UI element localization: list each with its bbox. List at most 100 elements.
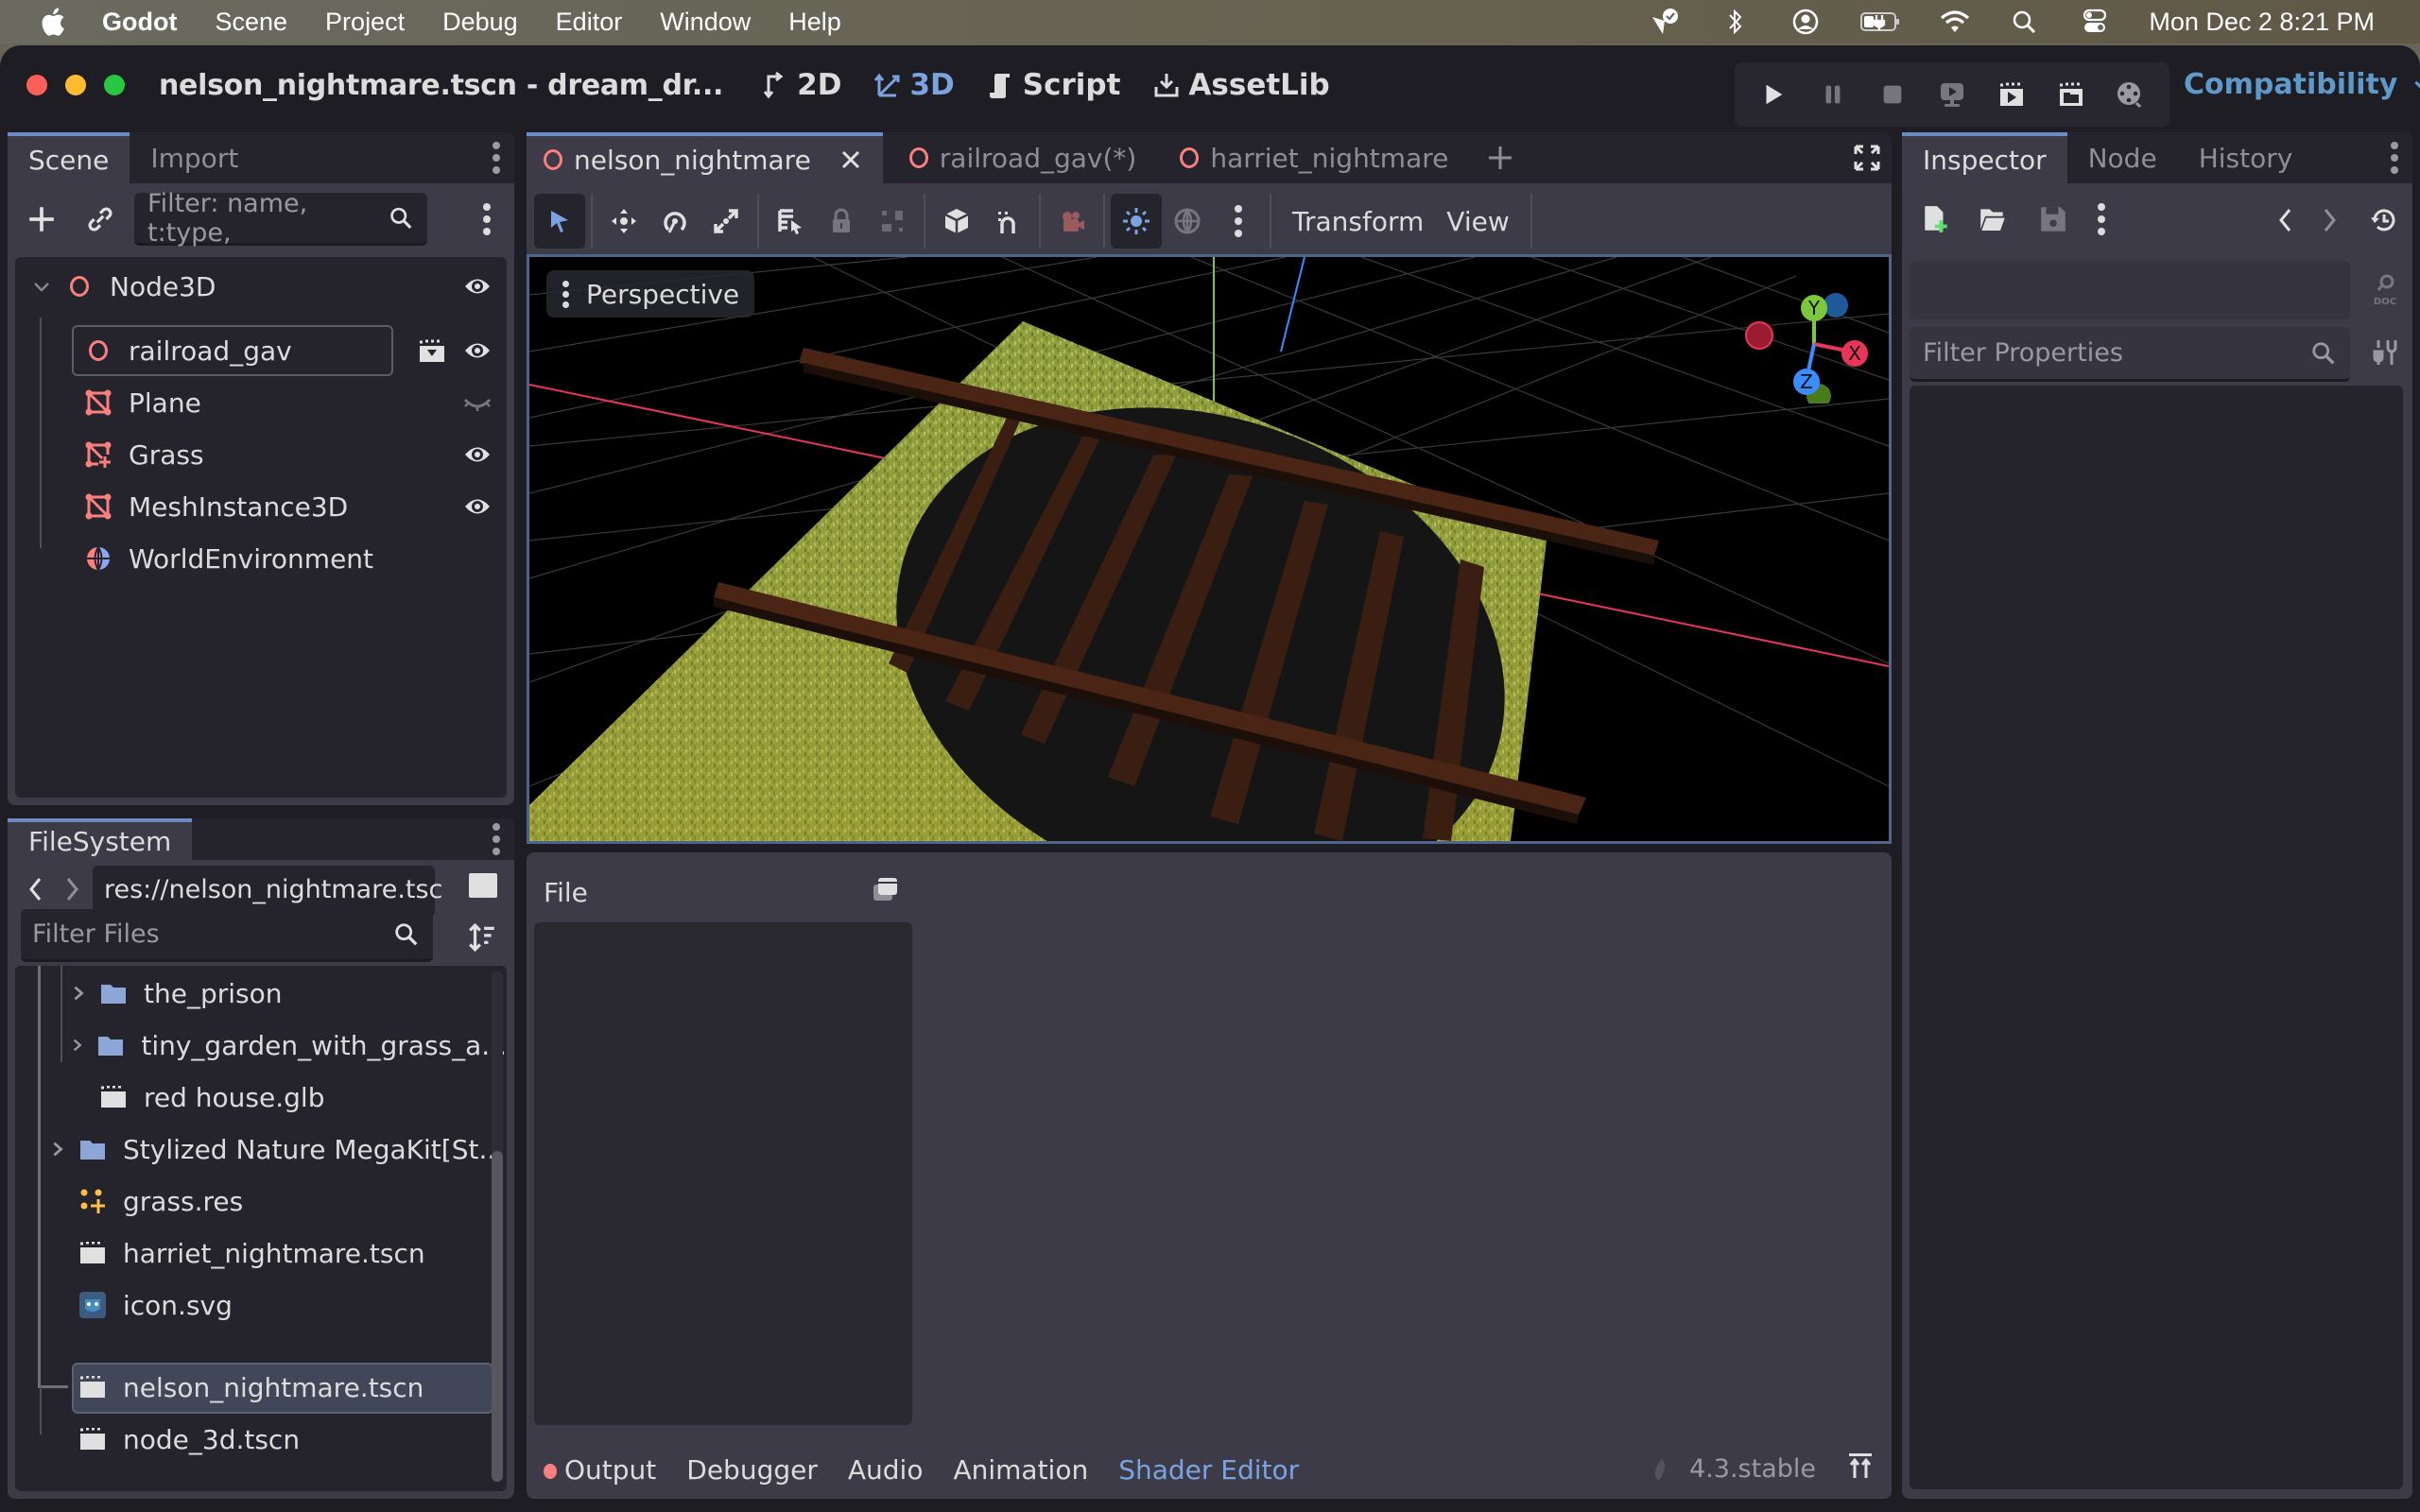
main-screen-2d-button[interactable]: 2D (761, 68, 841, 102)
filesystem-scrollbar[interactable] (492, 971, 503, 1482)
scrollbar-thumb[interactable] (492, 1151, 503, 1482)
tree-node-meshinstance3d[interactable]: MeshInstance3D (15, 481, 507, 532)
filesystem-dock-menu-button[interactable] (482, 818, 510, 860)
file-item-scene-selected[interactable]: nelson_nightmare.tscn (15, 1362, 507, 1413)
scene-tab-railroad-gav[interactable]: railroad_gav(*) (883, 132, 1154, 183)
update-spinner-icon[interactable] (1651, 1456, 1668, 1483)
preview-sun-button[interactable] (1111, 194, 1162, 249)
apple-logo-icon[interactable] (38, 6, 66, 38)
menu-help[interactable]: Help (788, 8, 841, 37)
preview-environment-button[interactable] (1162, 194, 1213, 249)
expand-bottom-panel-icon[interactable] (1846, 1452, 1875, 1480)
gizmo-neg-x-handle[interactable] (1745, 321, 1773, 350)
scale-mode-button[interactable] (700, 194, 752, 249)
scene-tab-harriet-nightmare[interactable]: harriet_nightmare (1153, 132, 1465, 183)
new-resource-button[interactable] (1917, 200, 1955, 238)
stop-button[interactable] (1877, 79, 1908, 110)
file-item-folder[interactable]: tiny_garden_with_grass_a... (15, 1020, 507, 1071)
tree-node-plane[interactable]: Plane (15, 377, 507, 428)
play-custom-scene-button[interactable] (2056, 79, 2086, 110)
perspective-menu-button[interactable]: Perspective (546, 270, 755, 318)
file-item-scene[interactable]: node_3d.tscn (15, 1414, 507, 1465)
toggle-split-mode-button[interactable] (469, 873, 497, 898)
window-maximize-button[interactable] (104, 75, 125, 95)
tab-audio[interactable]: Audio (848, 1454, 924, 1486)
scene-filter-menu-button[interactable] (473, 200, 501, 238)
scene-tab-nelson-nightmare[interactable]: nelson_nightmare (527, 132, 883, 183)
user-icon[interactable] (1789, 8, 1822, 36)
inspector-tools-icon[interactable] (2371, 338, 2399, 367)
tab-animation[interactable]: Animation (953, 1454, 1088, 1486)
local-space-button[interactable] (931, 194, 982, 249)
shader-file-list[interactable] (534, 922, 912, 1425)
bluetooth-icon[interactable] (1720, 8, 1752, 36)
history-back-icon[interactable] (26, 875, 45, 903)
remote-debug-button[interactable] (1937, 79, 1967, 110)
menu-project[interactable]: Project (325, 8, 405, 37)
open-in-editor-scene-icon[interactable] (418, 338, 446, 363)
file-item-scene[interactable]: red house.glb (15, 1072, 507, 1123)
history-forward-icon[interactable] (62, 875, 81, 903)
file-item-image[interactable]: icon.svg (15, 1280, 507, 1331)
scene-filter-input[interactable]: Filter: name, t:type, (134, 189, 427, 248)
filter-properties-input[interactable]: Filter Properties (1910, 327, 2350, 382)
orientation-gizmo[interactable]: Y X Z (1728, 281, 1879, 404)
vpn-check-icon[interactable] (1650, 8, 1682, 36)
rotate-mode-button[interactable] (649, 194, 700, 249)
window-close-button[interactable] (26, 75, 47, 95)
chevron-down-icon[interactable] (32, 277, 51, 296)
file-item-folder[interactable]: Stylized Nature MegaKit[St... (15, 1124, 507, 1175)
object-history-icon[interactable] (2369, 206, 2397, 234)
open-documentation-icon[interactable]: DOC (2371, 274, 2399, 306)
save-resource-button[interactable] (2034, 200, 2072, 238)
tab-output[interactable]: Output (544, 1454, 656, 1486)
menu-debug[interactable]: Debug (442, 8, 518, 37)
snap-button[interactable] (982, 194, 1033, 249)
file-menu[interactable]: File (544, 877, 588, 908)
close-tab-icon[interactable] (839, 148, 862, 171)
play-project-button[interactable] (1758, 79, 1789, 110)
distraction-free-icon[interactable] (1853, 144, 1881, 172)
menu-godot[interactable]: Godot (102, 8, 177, 37)
group-button[interactable] (867, 194, 918, 249)
main-screen-script-button[interactable]: Script (987, 68, 1120, 102)
object-selector[interactable] (1910, 261, 2350, 319)
list-select-button[interactable] (765, 194, 816, 249)
window-minimize-button[interactable] (65, 75, 86, 95)
file-item-scene[interactable]: harriet_nightmare.tscn (15, 1228, 507, 1279)
gizmo-neg-z-handle[interactable] (1824, 293, 1848, 318)
transform-menu[interactable]: Transform (1292, 206, 1424, 237)
file-item-folder[interactable]: the_prison (15, 968, 507, 1019)
inspector-dock-menu-button[interactable] (2380, 132, 2409, 183)
pause-button[interactable] (1818, 79, 1848, 110)
tab-shader-editor[interactable]: Shader Editor (1118, 1454, 1299, 1486)
main-screen-3d-button[interactable]: 3D (873, 68, 955, 102)
add-scene-tab-button[interactable] (1465, 132, 1531, 183)
visibility-eye-icon[interactable] (463, 338, 492, 363)
visibility-eye-icon[interactable] (463, 274, 492, 299)
history-back-icon[interactable] (2276, 206, 2295, 234)
view-menu[interactable]: View (1446, 206, 1509, 237)
select-mode-button[interactable] (534, 194, 585, 249)
3d-viewport[interactable]: Perspective Y X Z (527, 254, 1892, 844)
move-mode-button[interactable] (598, 194, 649, 249)
scene-dock-menu-button[interactable] (482, 132, 510, 183)
toggle-files-panel-icon[interactable] (871, 875, 899, 903)
tab-import[interactable]: Import (130, 132, 259, 183)
visibility-hidden-icon[interactable] (463, 390, 492, 415)
main-screen-assetlib-button[interactable]: AssetLib (1152, 68, 1330, 102)
sort-files-icon[interactable] (467, 922, 497, 953)
menu-editor[interactable]: Editor (556, 8, 623, 37)
tab-node[interactable]: Node (2067, 132, 2178, 183)
tree-node-railroad-gav[interactable]: railroad_gav (15, 325, 507, 376)
file-item-resource[interactable]: grass.res (15, 1176, 507, 1227)
add-node-button[interactable] (23, 200, 60, 238)
menu-scene[interactable]: Scene (215, 8, 287, 37)
inspector-extra-menu-button[interactable] (2087, 200, 2116, 238)
version-label[interactable]: 4.3.stable (1689, 1454, 1816, 1484)
play-current-scene-button[interactable] (1996, 79, 2027, 110)
renderer-selector[interactable]: Compatibility (2184, 68, 2420, 101)
tab-filesystem[interactable]: FileSystem (8, 818, 193, 860)
tree-node-grass[interactable]: Grass (15, 429, 507, 480)
tab-inspector[interactable]: Inspector (1902, 132, 2067, 183)
